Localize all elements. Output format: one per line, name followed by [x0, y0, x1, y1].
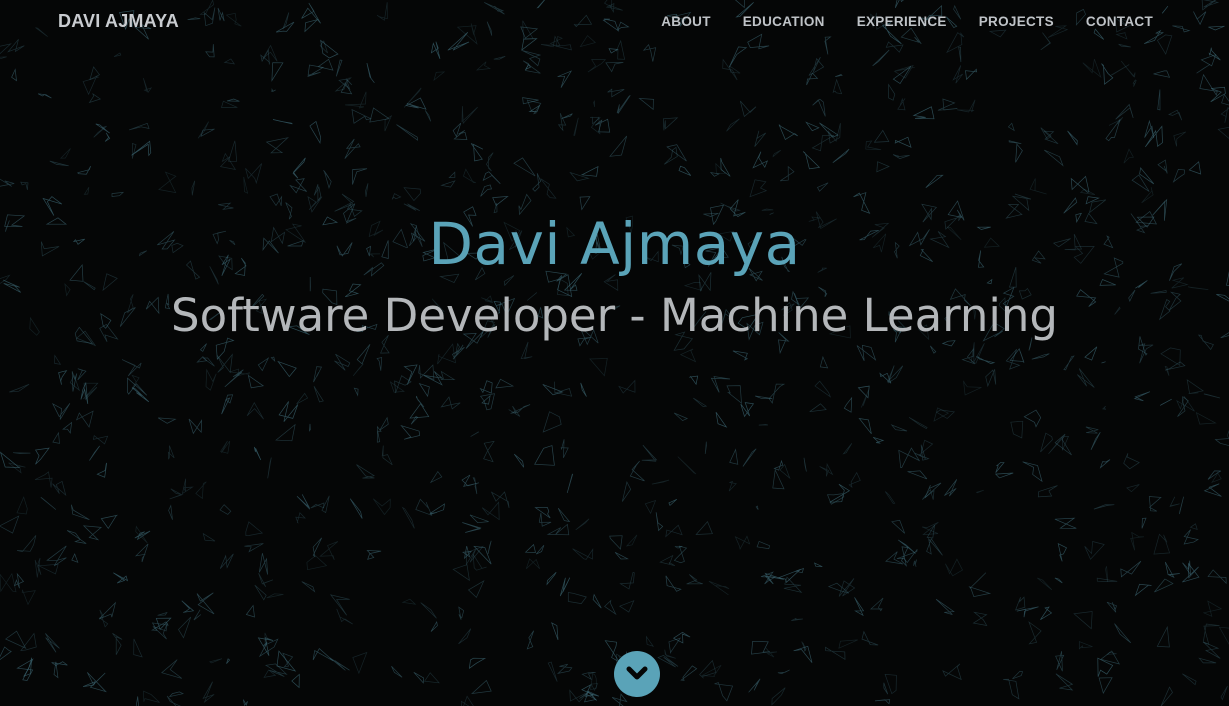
- nav-item-education[interactable]: EDUCATION: [743, 14, 825, 29]
- scroll-down-button[interactable]: [614, 651, 660, 697]
- hero-name: Davi Ajmaya: [428, 210, 801, 278]
- top-navbar: DAVI AJMAYA ABOUT EDUCATION EXPERIENCE P…: [0, 0, 1229, 44]
- brand-logo[interactable]: DAVI AJMAYA: [58, 11, 179, 32]
- particle-background: [0, 0, 1229, 706]
- nav-item-projects[interactable]: PROJECTS: [979, 14, 1054, 29]
- particle-network: [0, 0, 1229, 706]
- chevron-down-icon: [626, 666, 648, 680]
- nav-item-experience[interactable]: EXPERIENCE: [857, 14, 947, 29]
- nav-item-about[interactable]: ABOUT: [661, 14, 711, 29]
- nav-menu: ABOUT EDUCATION EXPERIENCE PROJECTS CONT…: [629, 14, 1153, 29]
- nav-item-contact[interactable]: CONTACT: [1086, 14, 1153, 29]
- hero-title: Software Developer - Machine Learning: [171, 289, 1058, 342]
- hero-section: Davi Ajmaya Software Developer - Machine…: [0, 205, 1229, 349]
